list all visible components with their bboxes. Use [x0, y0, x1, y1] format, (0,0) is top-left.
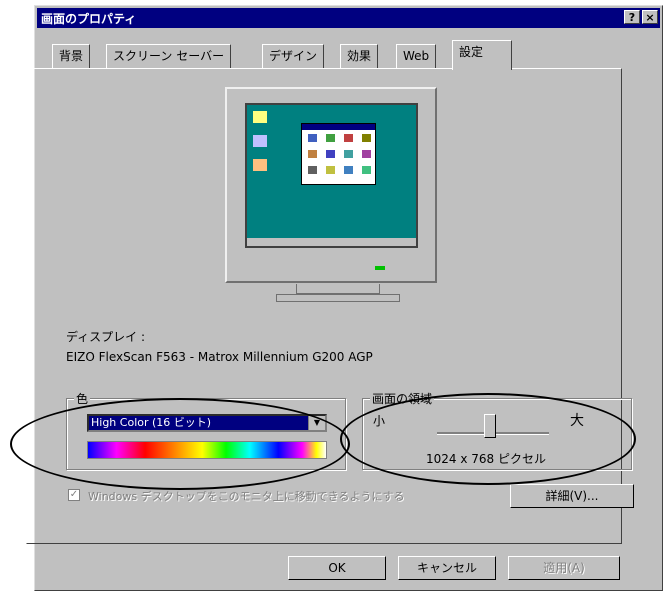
window-title: 画面のプロパティ: [41, 12, 137, 26]
help-button[interactable]: ?: [624, 10, 640, 24]
taskbar-preview: [247, 238, 416, 246]
control-panel-window-icon: [301, 123, 376, 185]
power-led: [375, 266, 385, 270]
tab-screensaver[interactable]: スクリーン セーバー: [106, 44, 232, 68]
monitor-preview: [225, 87, 437, 283]
desktop-preview: [245, 103, 418, 248]
display-label: ディスプレイ :: [66, 330, 146, 344]
apply-button[interactable]: 適用(A): [508, 556, 620, 580]
monitor-stand-base: [276, 294, 400, 302]
recycle-bin-icon: [253, 159, 267, 171]
resolution-highlight-ellipse: [340, 393, 636, 485]
tab-background[interactable]: 背景: [52, 44, 91, 68]
tab-effects[interactable]: 効果: [340, 44, 379, 68]
display-device-name: EIZO FlexScan F563 - Matrox Millennium G…: [66, 350, 373, 364]
title-bar: 画面のプロパティ ? ×: [37, 8, 660, 28]
my-computer-icon: [253, 111, 267, 123]
tab-web[interactable]: Web: [396, 44, 437, 68]
move-desktop-label: Windows デスクトップをこのモニタ上に移動できるようにする: [88, 490, 405, 503]
close-button[interactable]: ×: [642, 10, 658, 24]
tab-settings[interactable]: 設定: [452, 40, 512, 70]
cancel-button[interactable]: キャンセル: [398, 556, 496, 580]
move-desktop-checkbox[interactable]: ✓: [68, 489, 80, 501]
advanced-button[interactable]: 詳細(V)...: [510, 484, 634, 508]
network-icon: [253, 135, 267, 147]
color-highlight-ellipse: [10, 398, 350, 490]
ok-button[interactable]: OK: [288, 556, 386, 580]
monitor-stand-neck: [296, 284, 380, 294]
tab-design[interactable]: デザイン: [262, 44, 325, 68]
